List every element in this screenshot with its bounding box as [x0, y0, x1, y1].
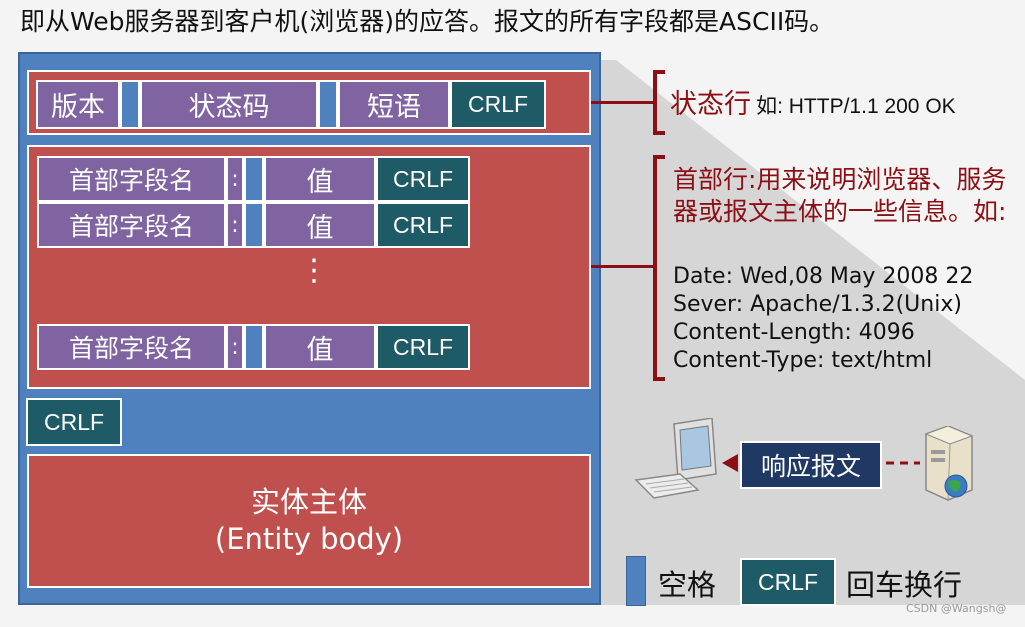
version-field: 版本	[36, 80, 120, 129]
header-name-field: 首部字段名	[37, 202, 226, 248]
legend-space-label: 空格	[658, 568, 717, 602]
legend-crlf-box: CRLF	[740, 558, 836, 606]
header-name-field: 首部字段名	[37, 156, 226, 202]
legend-space-swatch	[626, 556, 646, 606]
space-field	[120, 80, 140, 129]
colon-field: :	[226, 202, 244, 248]
crlf-field: CRLF	[376, 156, 470, 202]
legend-crlf-label: 回车换行	[846, 568, 963, 602]
status-example: 如: HTTP/1.1 200 OK	[756, 95, 956, 118]
space-field	[244, 156, 264, 202]
header-value-field: 值	[264, 324, 376, 370]
header-example-line: Sever: Apache/1.3.2(Unix)	[673, 292, 962, 317]
colon-field: :	[226, 156, 244, 202]
blank-line-crlf: CRLF	[26, 398, 122, 446]
crlf-field: CRLF	[450, 80, 546, 129]
space-field	[244, 324, 264, 370]
server-icon	[924, 426, 974, 501]
space-field	[244, 202, 264, 248]
arrow-left-icon	[722, 454, 738, 472]
crlf-field: CRLF	[376, 324, 470, 370]
space-field	[318, 80, 338, 129]
entity-body-label: 实体主体	[250, 485, 367, 519]
header-example-line: Date: Wed,08 May 2008 22	[673, 264, 974, 289]
header-bracket	[653, 155, 665, 381]
header-example-line: Content-Type: text/html	[673, 348, 933, 373]
status-label: 状态行	[670, 89, 751, 120]
header-connector-line	[591, 265, 653, 268]
status-annotation: 状态行 如: HTTP/1.1 200 OK	[670, 82, 956, 121]
page-title: 即从Web服务器到客户机(浏览器)的应答。报文的所有字段都是ASCII码。	[20, 7, 835, 36]
header-lines-box: 首部字段名 : 值 CRLF 首部字段名 : 值 CRLF ⋮ 首部字段名 : …	[27, 145, 591, 389]
status-code-field: 状态码	[140, 80, 318, 129]
response-message-label: 响应报文	[740, 441, 882, 489]
crlf-field: CRLF	[376, 202, 470, 248]
status-connector-line	[591, 101, 653, 104]
entity-body-box: 实体主体 (Entity body)	[27, 454, 591, 588]
header-value-field: 值	[264, 156, 376, 202]
header-description: 首部行:用来说明浏览器、服务器或报文主体的一些信息。如:	[673, 165, 1007, 226]
ellipsis: ⋮	[299, 253, 329, 288]
header-name-field: 首部字段名	[37, 324, 226, 370]
entity-body-label-en: (Entity body)	[214, 522, 404, 556]
dashed-connector	[886, 461, 920, 465]
colon-field: :	[226, 324, 244, 370]
header-examples: Date: Wed,08 May 2008 22 Sever: Apache/1…	[673, 263, 973, 375]
phrase-field: 短语	[338, 80, 450, 129]
status-bracket	[653, 70, 665, 135]
header-example-line: Content-Length: 4096	[673, 320, 915, 345]
watermark: CSDN @Wangsh@	[906, 602, 1007, 615]
header-value-field: 值	[264, 202, 376, 248]
client-computer-icon	[634, 418, 717, 499]
status-line-box: 版本 状态码 短语 CRLF	[27, 70, 591, 135]
